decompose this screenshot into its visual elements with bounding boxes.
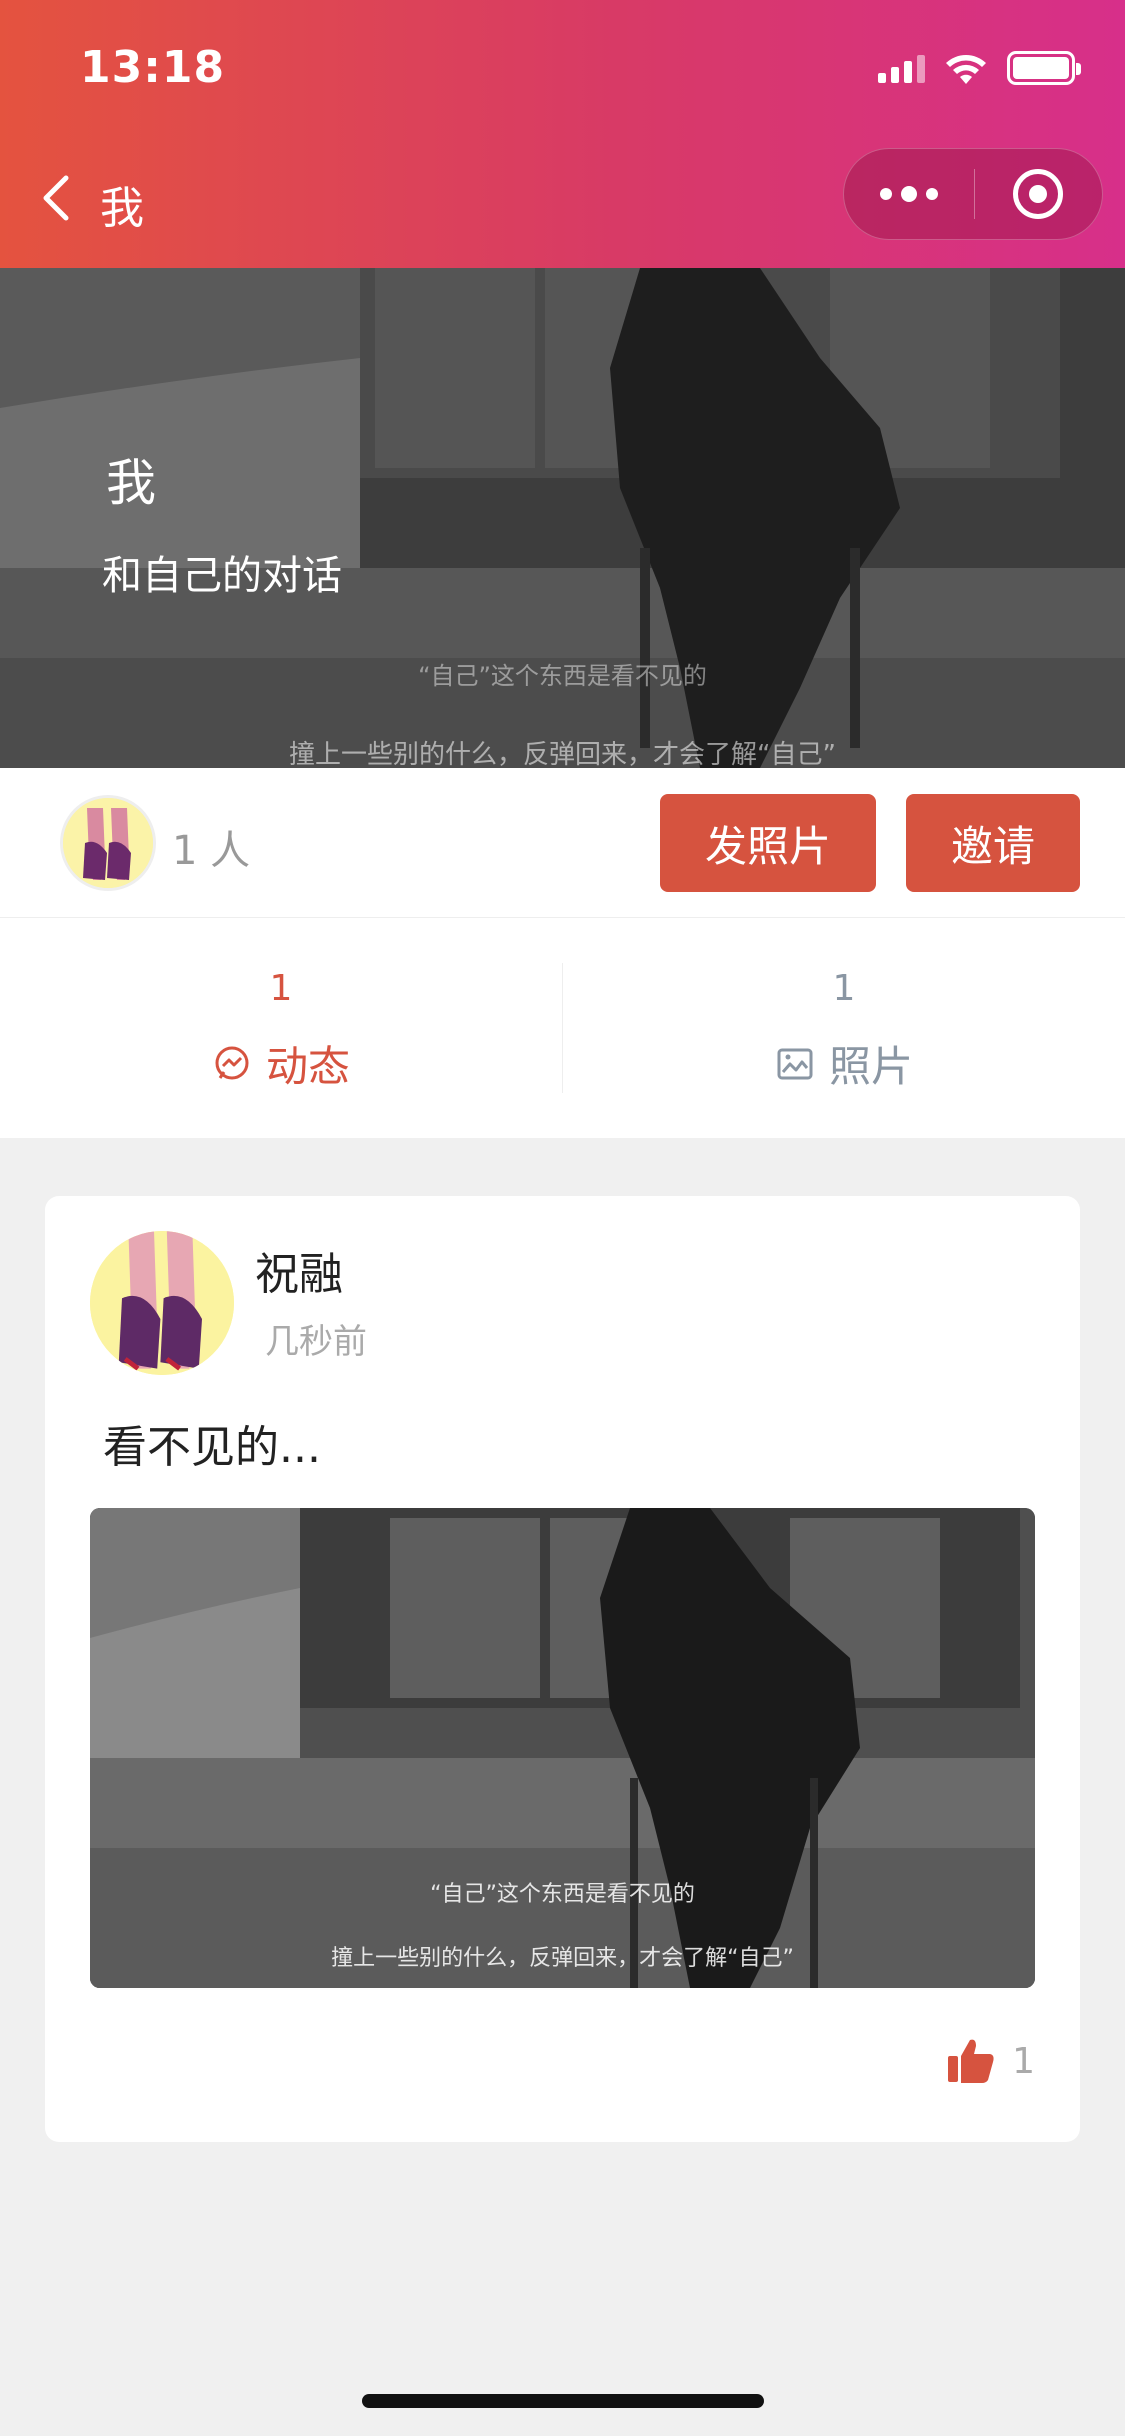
like-button[interactable]: 1	[946, 2036, 1035, 2086]
high-heels-icon	[90, 1231, 234, 1375]
banner-subtitle: 和自己的对话	[102, 553, 342, 599]
top-bar: 13:18 我	[0, 0, 1125, 268]
tab-photos-count: 1	[832, 968, 856, 1009]
wifi-icon	[946, 55, 986, 84]
tab-activity[interactable]: 1 动态	[0, 918, 562, 1138]
post-author-name[interactable]: 祝融	[255, 1238, 343, 1302]
post-photo-image	[90, 1508, 1035, 1988]
post-photo-button[interactable]: 发照片	[660, 794, 876, 892]
tab-photos[interactable]: 1 照片	[563, 918, 1125, 1138]
close-mini-program-icon[interactable]	[975, 149, 1103, 239]
post-text: 看不见的...	[103, 1422, 321, 1473]
members-row: 1 人 发照片 邀请	[0, 768, 1125, 918]
mini-program-capsule	[843, 148, 1103, 240]
banner-caption-2: 撞上一些别的什么，反弹回来，才会了解“自己”	[289, 740, 836, 768]
tab-activity-count: 1	[269, 968, 293, 1009]
banner-caption-1: “自己”这个东西是看不见的	[418, 662, 707, 690]
back-icon[interactable]	[36, 168, 76, 228]
member-avatar[interactable]	[60, 795, 156, 891]
tab-activity-label: 动态	[265, 1042, 350, 1091]
post-photo-caption-1: “自己”这个东西是看不见的	[430, 1882, 695, 1907]
status-time: 13:18	[80, 42, 226, 93]
thumbs-up-icon	[948, 2039, 994, 2083]
status-icons	[878, 50, 1081, 86]
more-icon[interactable]	[844, 149, 974, 239]
battery-icon	[1007, 51, 1081, 85]
like-count: 1	[1012, 2040, 1035, 2082]
post-author-avatar[interactable]	[90, 1231, 234, 1375]
nav-title: 我	[100, 183, 144, 234]
invite-button[interactable]: 邀请	[906, 794, 1080, 892]
post-timestamp: 几秒前	[265, 1322, 367, 1362]
member-count[interactable]: 1 人	[172, 818, 250, 876]
banner-photo	[0, 268, 1125, 768]
post-photo-caption-2: 撞上一些别的什么，反弹回来，才会了解“自己”	[331, 1946, 794, 1971]
post-photo[interactable]: “自己”这个东西是看不见的 撞上一些别的什么，反弹回来，才会了解“自己”	[90, 1508, 1035, 1988]
banner-title: 我	[106, 454, 156, 512]
activity-icon	[215, 1046, 249, 1079]
signal-icon	[878, 53, 925, 83]
tab-photos-label: 照片	[828, 1042, 913, 1091]
home-indicator	[362, 2394, 764, 2408]
post-card: 祝融 几秒前 看不见的... “自己”这个东西是看不见的 撞上一些别的什么，反弹…	[45, 1196, 1080, 2142]
high-heels-icon	[63, 798, 153, 888]
album-banner: 我 和自己的对话 “自己”这个东西是看不见的 撞上一些别的什么，反弹回来，才会了…	[0, 268, 1125, 768]
content-tabs: 1 动态 1 照片	[0, 918, 1125, 1138]
image-icon	[777, 1048, 813, 1079]
